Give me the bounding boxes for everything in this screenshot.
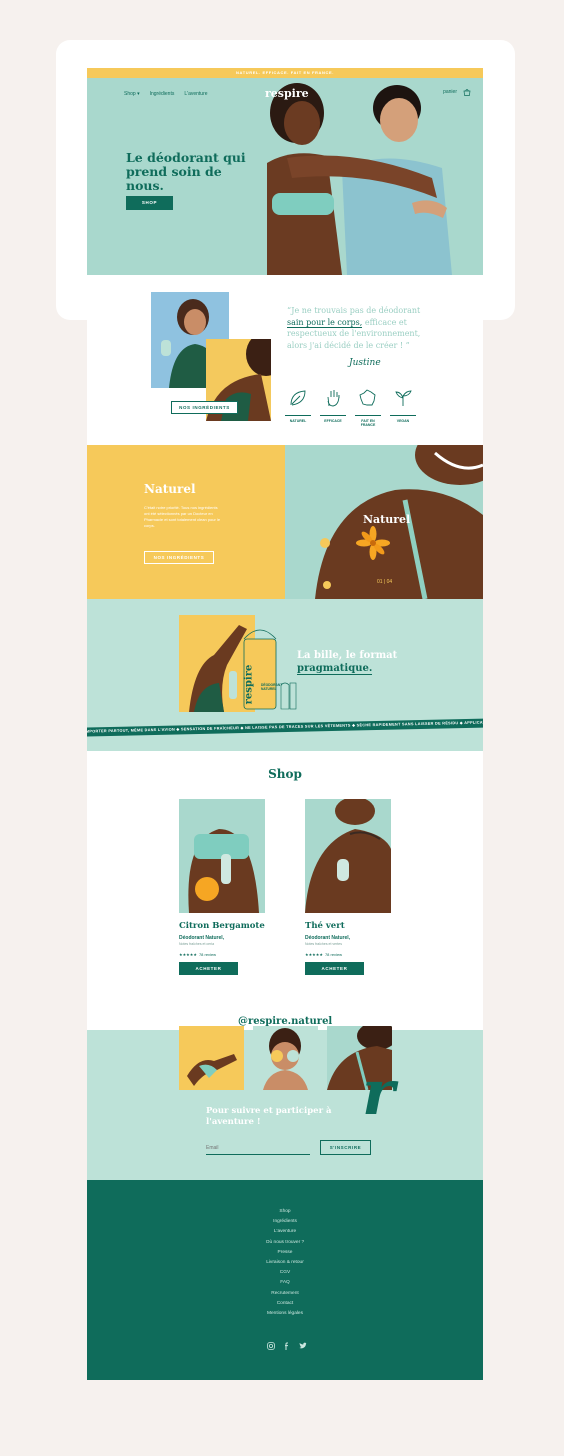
leaf-icon	[290, 390, 306, 406]
website-mockup: NATUREL. EFFICACE. FAIT EN FRANCE. Shop …	[87, 68, 483, 1380]
product-image-the-vert[interactable]	[305, 799, 391, 913]
nav-shop[interactable]: Shop ▾	[124, 91, 140, 97]
product-card-citron[interactable]: Citron Bergamote Déodorant Naturel, Note…	[179, 799, 265, 975]
badge-vegan: VEGAN	[390, 387, 416, 427]
bottle-label: DÉODORANT NATUREL	[261, 683, 283, 691]
slide-pager[interactable]: 01 | 04	[377, 579, 392, 585]
naturel-body: C'était notre priorité. Tous nos ingrédi…	[144, 505, 221, 528]
footer-link-livraison[interactable]: Livraison & retour	[87, 1258, 483, 1268]
footer-links: Shop Ingrédients L'aventure Où nous trou…	[87, 1207, 483, 1319]
product-card-the-vert[interactable]: Thé vert Déodorant Naturel, Notes fraîch…	[305, 799, 391, 975]
instagram-post-2[interactable]	[253, 1026, 318, 1090]
footer-link-store-locator[interactable]: Où nous trouver ?	[87, 1238, 483, 1248]
nav-ingredients[interactable]: Ingrédients	[150, 91, 175, 97]
badge-france: FAIT EN FRANCE	[355, 387, 381, 427]
hero-headline: Le déodorant qui prend soin de nous.	[126, 150, 246, 193]
founder-quote: “Je ne trouvais pas de déodorant sain po…	[287, 306, 421, 350]
quote-highlight: sain pour le corps,	[287, 317, 363, 328]
product-subtitle: Déodorant Naturel,	[305, 935, 351, 941]
brand-logo[interactable]: respire	[265, 87, 309, 100]
footer-link-faq[interactable]: FAQ	[87, 1278, 483, 1288]
benefits-ticker: EMPORTER PARTOUT, MÊME DANS L'AVION ◆ SE…	[87, 718, 483, 737]
founder-quote-section: NOS INGRÉDIENTS “Je ne trouvais pas de d…	[87, 275, 483, 445]
naturel-image-label: Naturel	[363, 513, 411, 526]
badge-naturel: NATUREL	[285, 387, 311, 427]
brand-letter-r: r	[362, 1056, 395, 1129]
footer-link-ingredients[interactable]: Ingrédients	[87, 1217, 483, 1227]
email-field[interactable]	[206, 1142, 310, 1155]
footer-link-mentions[interactable]: Mentions légales	[87, 1309, 483, 1319]
hero-section: Shop ▾ Ingrédients L'aventure respire pa…	[87, 78, 483, 275]
bottle-brand: respire	[243, 664, 255, 705]
newsletter-title: Pour suivre et participer à l'aventure !	[206, 1106, 332, 1127]
quote-ingredients-button[interactable]: NOS INGRÉDIENTS	[171, 401, 238, 414]
nav-cart-label[interactable]: panier	[443, 89, 457, 95]
product-name[interactable]: Citron Bergamote	[179, 921, 265, 931]
twitter-icon[interactable]	[299, 1342, 307, 1350]
buy-button[interactable]: ACHETER	[179, 962, 238, 975]
instagram-icon[interactable]	[267, 1342, 275, 1350]
instagram-post-1[interactable]	[179, 1026, 244, 1090]
product-note: Notes fraîches et ceria	[179, 942, 215, 946]
value-badges: NATUREL EFFICACE FAIT EN FRANCE VEGAN	[285, 387, 416, 427]
product-subtitle: Déodorant Naturel,	[179, 935, 225, 941]
hero-models-photo	[267, 83, 452, 275]
footer-link-presse[interactable]: Presse	[87, 1248, 483, 1258]
founder-signature: Justine	[349, 358, 381, 368]
main-nav: Shop ▾ Ingrédients L'aventure respire pa…	[124, 87, 471, 100]
naturel-title: Naturel	[144, 482, 196, 496]
nav-aventure[interactable]: L'aventure	[184, 91, 207, 97]
hand-icon	[327, 390, 340, 407]
badge-efficace: EFFICACE	[320, 387, 346, 427]
hero-shop-button[interactable]: SHOP	[126, 196, 173, 210]
shop-title: Shop	[268, 767, 302, 781]
roll-on-section: respire DÉODORANT NATUREL La bille, le fo…	[87, 599, 483, 751]
instagram-newsletter-section: @respire.naturel r Pour suivre et partic…	[87, 996, 483, 1180]
star-icons: ★★★★★	[179, 952, 197, 957]
shop-section: Shop Citron Bergamote Déodorant Naturel,…	[87, 751, 483, 996]
footer: Shop Ingrédients L'aventure Où nous trou…	[87, 1180, 483, 1380]
promo-banner: NATUREL. EFFICACE. FAIT EN FRANCE.	[87, 68, 483, 78]
footer-link-contact[interactable]: Contact	[87, 1299, 483, 1309]
naturel-text-panel: Naturel C'était notre priorité. Tous nos…	[87, 445, 285, 599]
naturel-section: Naturel C'était notre priorité. Tous nos…	[87, 445, 483, 599]
footer-link-aventure[interactable]: L'aventure	[87, 1227, 483, 1237]
naturel-ingredients-button[interactable]: NOS INGRÉDIENTS	[144, 551, 214, 564]
roll-on-title: La bille, le format pragmatique.	[297, 650, 398, 675]
product-name[interactable]: Thé vert	[305, 921, 391, 931]
star-icons: ★★★★★	[305, 952, 323, 957]
product-rating: ★★★★★ 78 review	[305, 952, 343, 957]
footer-link-recrutement[interactable]: Recrutement	[87, 1289, 483, 1299]
cart-icon[interactable]	[463, 88, 471, 96]
subscribe-button[interactable]: S'INSCRIRE	[320, 1140, 371, 1155]
social-links	[267, 1342, 307, 1350]
france-map-icon	[359, 389, 376, 406]
product-rating: ★★★★★ 78 review	[179, 952, 217, 957]
sprout-icon	[395, 390, 412, 406]
footer-link-shop[interactable]: Shop	[87, 1207, 483, 1217]
product-image-citron[interactable]	[179, 799, 265, 913]
naturel-image-panel: Naturel 01 | 04	[285, 445, 483, 599]
buy-button[interactable]: ACHETER	[305, 962, 364, 975]
footer-link-cgv[interactable]: CGV	[87, 1268, 483, 1278]
product-note: Notes fraîches et vertes	[305, 942, 342, 946]
facebook-icon[interactable]	[283, 1342, 291, 1350]
